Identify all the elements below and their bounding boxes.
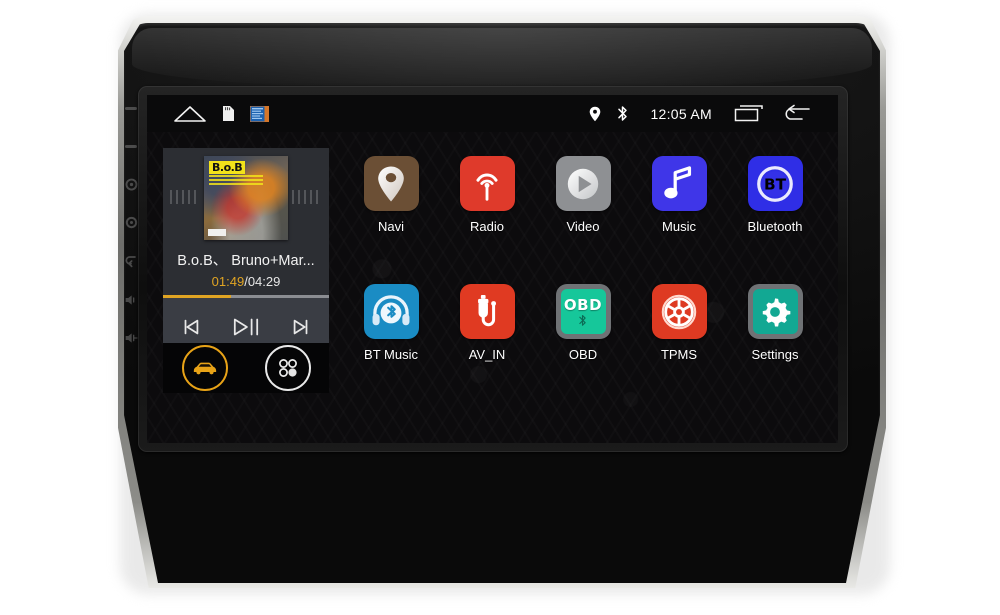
app-tile-music[interactable] — [651, 156, 707, 211]
app-music[interactable]: Music — [631, 143, 727, 271]
bluetooth-icon — [579, 314, 587, 326]
radio-waves-icon — [476, 173, 498, 201]
bt-badge-label: BT — [764, 175, 787, 193]
app-label-av-in: AV_IN — [468, 347, 506, 362]
play-circle-icon — [567, 168, 599, 199]
touchscreen[interactable]: 12:05 AM B.o.B B.o.B、 Bruno+Mar... 01:49… — [147, 95, 838, 443]
settings-inner-square — [752, 289, 798, 334]
tire-pressure-icon — [661, 294, 697, 329]
bluetooth-icon — [617, 105, 628, 122]
track-title: B.o.B、 Bruno+Mar... — [177, 253, 315, 269]
app-label-radio: Radio — [470, 219, 504, 234]
headphones-bt-icon — [372, 294, 410, 325]
app-obd[interactable]: OBD OBD — [535, 271, 631, 399]
app-tile-video[interactable] — [555, 156, 611, 211]
album-subtitle-block — [209, 175, 263, 185]
album-logo: B.o.B — [209, 161, 246, 174]
app-bt-music[interactable]: BT Music — [343, 271, 439, 399]
app-tile-settings[interactable] — [747, 284, 803, 339]
app-grid: Navi Radio Video Music BT Bluetooth BT M… — [343, 143, 823, 399]
app-label-bluetooth: Bluetooth — [747, 219, 803, 234]
app-label-video: Video — [566, 219, 600, 234]
app-tile-tpms[interactable] — [651, 284, 707, 339]
recent-apps-icon[interactable] — [734, 104, 764, 123]
power-icon — [125, 178, 137, 191]
play-pause-icon — [233, 318, 259, 335]
app-label-tpms: TPMS — [660, 347, 698, 362]
play-pause-button[interactable] — [226, 308, 266, 346]
album-art: B.o.B — [204, 156, 288, 240]
media-player-widget[interactable]: B.o.B B.o.B、 Bruno+Mar... 01:49/04:29 — [163, 148, 329, 393]
back-arrow-icon[interactable] — [780, 104, 812, 123]
status-bar-left — [147, 104, 269, 123]
app-tile-navi[interactable] — [363, 156, 419, 211]
usb-storage-icon[interactable] — [250, 105, 269, 122]
album-left-decor — [170, 190, 200, 204]
app-tile-bluetooth[interactable]: BT — [747, 156, 803, 211]
next-track-button[interactable] — [281, 308, 321, 346]
album-art-container: B.o.B — [163, 148, 329, 248]
all-apps-button[interactable] — [264, 345, 311, 391]
home-key-icon — [125, 217, 137, 229]
bt-badge-icon: BT — [757, 165, 793, 202]
app-tile-radio[interactable] — [459, 156, 515, 211]
dash-icon — [125, 106, 137, 110]
obd-inner-square: OBD — [560, 289, 606, 334]
app-video[interactable]: Video — [535, 143, 631, 271]
app-label-navi: Navi — [377, 219, 404, 234]
all-apps-icon — [278, 359, 297, 377]
track-time-current: 01:49 — [211, 274, 245, 289]
app-av-in[interactable]: AV_IN — [439, 271, 535, 399]
car-mode-button[interactable] — [181, 345, 228, 391]
obd-label: OBD — [563, 295, 603, 314]
app-bluetooth[interactable]: BT Bluetooth — [727, 143, 823, 271]
volume-down-icon — [125, 294, 135, 305]
location-pin-icon — [589, 106, 601, 122]
previous-track-icon — [184, 319, 198, 334]
home-icon[interactable] — [173, 104, 207, 123]
map-pin-icon — [378, 166, 404, 201]
previous-track-button[interactable] — [171, 308, 211, 346]
app-navi[interactable]: Navi — [343, 143, 439, 271]
track-time-total: 04:29 — [247, 274, 281, 289]
status-bar: 12:05 AM — [147, 95, 838, 132]
app-tpms[interactable]: TPMS — [631, 271, 727, 399]
return-key-icon — [125, 256, 136, 268]
app-tile-obd[interactable]: OBD — [555, 284, 611, 339]
status-bar-right: 12:05 AM — [589, 104, 838, 123]
sd-card-icon[interactable] — [221, 105, 236, 122]
music-note-icon — [664, 165, 692, 198]
media-panel: B.o.B B.o.B、 Bruno+Mar... 01:49/04:29 — [163, 148, 329, 355]
app-label-obd: OBD — [568, 347, 598, 362]
app-radio[interactable]: Radio — [439, 143, 535, 271]
app-label-bt-music: BT Music — [364, 347, 418, 362]
status-bar-clock: 12:05 AM — [650, 105, 712, 122]
car-mode-icon — [193, 362, 216, 375]
widget-dock — [163, 343, 329, 393]
track-time: 01:49/04:29 — [163, 274, 329, 290]
volume-up-icon — [125, 333, 138, 343]
next-track-icon — [294, 319, 308, 334]
app-label-music: Music — [662, 219, 696, 234]
app-tile-av-in[interactable] — [459, 284, 515, 339]
dash-icon — [125, 144, 137, 148]
app-settings[interactable]: Settings — [727, 271, 823, 399]
app-tile-bt-music[interactable] — [363, 284, 419, 339]
album-right-decor — [292, 190, 322, 204]
album-label-tag — [208, 229, 226, 236]
gear-icon — [762, 297, 791, 326]
app-label-settings: Settings — [751, 347, 799, 362]
screenshot-root: 12:05 AM B.o.B B.o.B、 Bruno+Mar... 01:49… — [0, 0, 1000, 615]
av-plug-icon — [478, 294, 497, 326]
